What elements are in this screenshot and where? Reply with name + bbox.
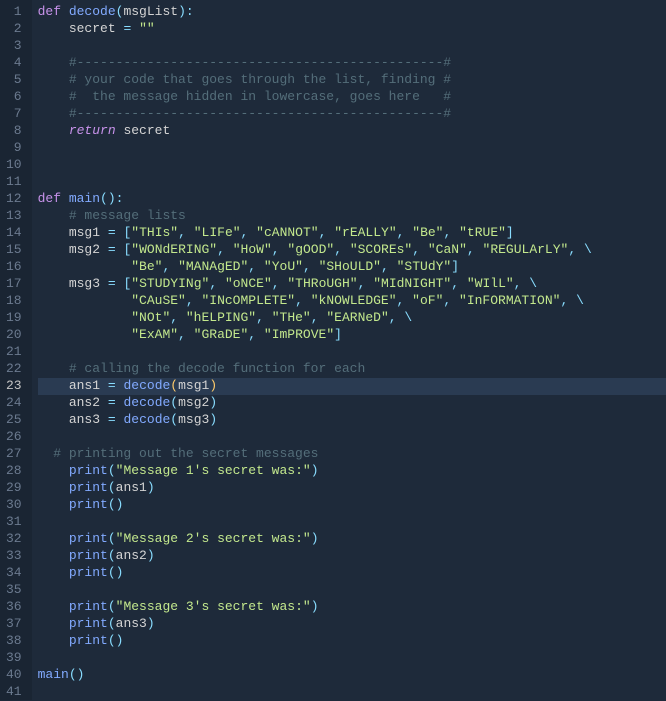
code-line[interactable]: ans3 = decode(msg3)	[38, 412, 666, 429]
line-number: 25	[6, 412, 22, 429]
code-line[interactable]: ans1 = decode(msg1)	[38, 378, 666, 395]
line-number: 41	[6, 684, 22, 701]
code-line[interactable]: # your code that goes through the list, …	[38, 72, 666, 89]
line-number: 10	[6, 157, 22, 174]
line-number: 40	[6, 667, 22, 684]
code-line[interactable]	[38, 157, 666, 174]
line-number: 39	[6, 650, 22, 667]
code-line[interactable]: "Be", "MANAgED", "YoU", "SHoULD", "STUdY…	[38, 259, 666, 276]
code-line[interactable]: print(ans3)	[38, 616, 666, 633]
code-line[interactable]: # calling the decode function for each	[38, 361, 666, 378]
line-number: 23	[6, 378, 22, 395]
code-line[interactable]	[38, 429, 666, 446]
line-number: 17	[6, 276, 22, 293]
code-editor[interactable]: 1234567891011121314151617181920212223242…	[0, 0, 666, 700]
line-number: 9	[6, 140, 22, 157]
code-line[interactable]: print("Message 2's secret was:")	[38, 531, 666, 548]
line-number: 16	[6, 259, 22, 276]
line-number: 28	[6, 463, 22, 480]
line-number: 21	[6, 344, 22, 361]
line-number: 29	[6, 480, 22, 497]
code-line[interactable]: secret = ""	[38, 21, 666, 38]
line-number: 5	[6, 72, 22, 89]
line-number: 36	[6, 599, 22, 616]
code-line[interactable]: # message lists	[38, 208, 666, 225]
line-number: 32	[6, 531, 22, 548]
code-line[interactable]: def main():	[38, 191, 666, 208]
code-line[interactable]: ans2 = decode(msg2)	[38, 395, 666, 412]
line-number: 31	[6, 514, 22, 531]
code-line[interactable]: "CAuSE", "INcOMPLETE", "kNOWLEDGE", "oF"…	[38, 293, 666, 310]
code-line[interactable]	[38, 684, 666, 701]
line-number: 35	[6, 582, 22, 599]
code-line[interactable]	[38, 140, 666, 157]
code-line[interactable]	[38, 650, 666, 667]
code-line[interactable]: #---------------------------------------…	[38, 55, 666, 72]
line-number: 13	[6, 208, 22, 225]
code-line[interactable]: return secret	[38, 123, 666, 140]
line-number: 4	[6, 55, 22, 72]
line-number: 6	[6, 89, 22, 106]
code-line[interactable]: print()	[38, 565, 666, 582]
line-number: 34	[6, 565, 22, 582]
code-line[interactable]: msg2 = ["WONdERING", "HoW", "gOOD", "SCO…	[38, 242, 666, 259]
line-number: 8	[6, 123, 22, 140]
code-line[interactable]: print(ans2)	[38, 548, 666, 565]
code-line[interactable]: msg3 = ["STUDYINg", "oNCE", "THRoUGH", "…	[38, 276, 666, 293]
code-line[interactable]: "NOt", "hELPING", "THe", "EARNeD", \	[38, 310, 666, 327]
code-line[interactable]: print("Message 1's secret was:")	[38, 463, 666, 480]
line-number: 20	[6, 327, 22, 344]
line-number: 22	[6, 361, 22, 378]
code-line[interactable]: #---------------------------------------…	[38, 106, 666, 123]
line-number: 26	[6, 429, 22, 446]
line-number: 15	[6, 242, 22, 259]
code-line[interactable]: print()	[38, 497, 666, 514]
line-number: 19	[6, 310, 22, 327]
line-number: 37	[6, 616, 22, 633]
code-line[interactable]: print()	[38, 633, 666, 650]
line-number: 30	[6, 497, 22, 514]
code-line[interactable]: msg1 = ["THIs", "LIFe", "cANNOT", "rEALL…	[38, 225, 666, 242]
code-line[interactable]	[38, 344, 666, 361]
line-number: 24	[6, 395, 22, 412]
line-number: 11	[6, 174, 22, 191]
code-line[interactable]: print("Message 3's secret was:")	[38, 599, 666, 616]
line-number: 33	[6, 548, 22, 565]
code-line[interactable]	[38, 38, 666, 55]
line-number: 12	[6, 191, 22, 208]
line-number: 7	[6, 106, 22, 123]
code-line[interactable]	[38, 174, 666, 191]
code-line[interactable]: # the message hidden in lowercase, goes …	[38, 89, 666, 106]
code-line[interactable]	[38, 514, 666, 531]
code-area[interactable]: def decode(msgList): secret = "" #------…	[32, 0, 666, 700]
code-line[interactable]: print(ans1)	[38, 480, 666, 497]
line-number: 18	[6, 293, 22, 310]
code-line[interactable]: # printing out the secret messages	[38, 446, 666, 463]
code-line[interactable]	[38, 582, 666, 599]
code-line[interactable]: main()	[38, 667, 666, 684]
line-number: 14	[6, 225, 22, 242]
code-line[interactable]: def decode(msgList):	[38, 4, 666, 21]
line-number: 27	[6, 446, 22, 463]
line-number-gutter: 1234567891011121314151617181920212223242…	[0, 0, 32, 700]
line-number: 2	[6, 21, 22, 38]
line-number: 38	[6, 633, 22, 650]
line-number: 1	[6, 4, 22, 21]
code-line[interactable]: "ExAM", "GRaDE", "ImPROVE"]	[38, 327, 666, 344]
line-number: 3	[6, 38, 22, 55]
